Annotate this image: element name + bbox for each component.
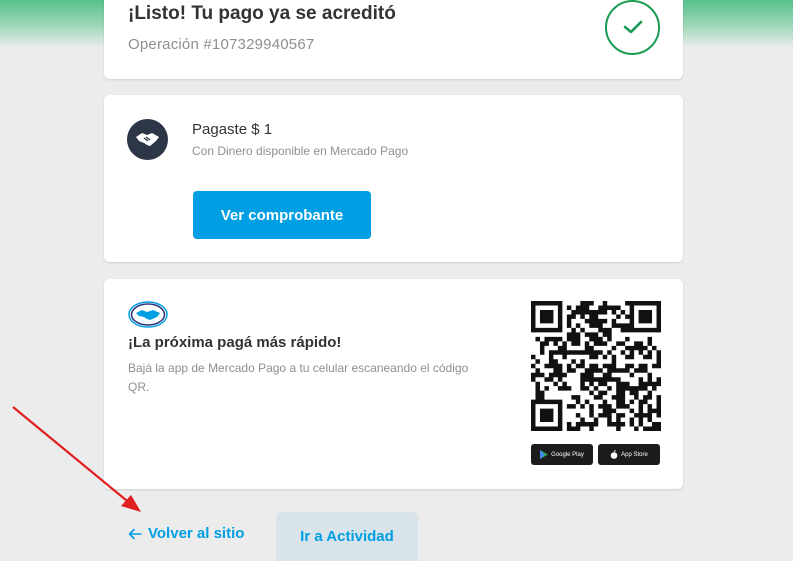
arrow-left-icon (128, 528, 142, 539)
google-play-icon (540, 450, 549, 459)
operation-number: Operación #107329940567 (128, 36, 315, 53)
mercado-pago-logo-icon (128, 301, 168, 328)
google-play-badge[interactable]: Google Play (531, 444, 593, 465)
payment-method-description: Con Dinero disponible en Mercado Pago (192, 144, 409, 158)
payment-amount: Pagaste $ 1 (192, 121, 273, 138)
payment-status-card: ¡Listo! Tu pago ya se acreditó Operación… (104, 0, 683, 79)
payment-detail-card: Pagaste $ 1 Con Dinero disponible en Mer… (104, 95, 683, 262)
apple-icon (610, 450, 618, 459)
handshake-icon (136, 133, 159, 146)
qr-code (531, 301, 661, 431)
success-check-badge (605, 0, 660, 55)
app-promo-title: ¡La próxima pagá más rápido! (128, 334, 342, 351)
google-play-label: Google Play (551, 451, 584, 458)
payment-method-avatar (127, 119, 168, 160)
app-promo-description: Bajá la app de Mercado Pago a tu celular… (128, 361, 469, 394)
app-promo-card: ¡La próxima pagá más rápido! Bajá la app… (104, 279, 683, 489)
go-to-activity-button[interactable]: Ir a Actividad (276, 512, 418, 561)
app-store-label: App Store (621, 451, 648, 458)
app-store-badge[interactable]: App Store (598, 444, 660, 465)
qr-modules (531, 301, 661, 431)
back-to-site-label: Volver al sitio (148, 525, 245, 542)
check-icon (623, 20, 643, 34)
status-title: ¡Listo! Tu pago ya se acreditó (128, 3, 396, 24)
view-receipt-button[interactable]: Ver comprobante (193, 191, 371, 239)
back-to-site-link[interactable]: Volver al sitio (128, 525, 244, 542)
